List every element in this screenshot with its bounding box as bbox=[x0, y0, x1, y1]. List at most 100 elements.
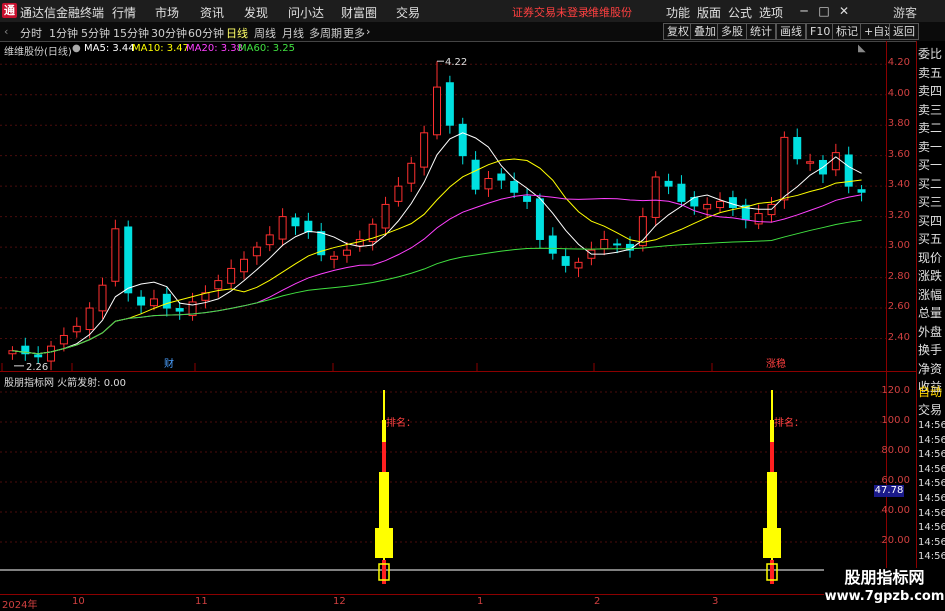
candle-body bbox=[381, 203, 390, 229]
candle-body bbox=[420, 132, 429, 168]
indicator-chart[interactable]: 排名： 排名： bbox=[0, 372, 886, 594]
candle-body bbox=[149, 298, 158, 307]
tick-time: 14:56 bbox=[918, 551, 945, 563]
menu-caifuquan[interactable]: 财富圈 bbox=[341, 4, 377, 21]
candle-body bbox=[484, 178, 493, 190]
chevron-right-icon[interactable]: › bbox=[366, 25, 370, 38]
candle-body bbox=[175, 308, 184, 312]
watermark: 股朋指标网 www.7gpzb.com bbox=[824, 568, 945, 609]
candle-body bbox=[613, 243, 622, 246]
candle-body bbox=[124, 226, 133, 294]
f10-button[interactable]: F10 bbox=[806, 23, 835, 40]
price-tick-label: 2.80 bbox=[887, 270, 910, 282]
menu-zixun[interactable]: 资讯 bbox=[200, 4, 224, 21]
tick-time: 14:56 bbox=[918, 434, 945, 446]
candle-body bbox=[458, 123, 467, 157]
candle-body bbox=[497, 173, 506, 181]
price-tick-label: 2.40 bbox=[887, 331, 910, 343]
price-tick-label: 3.00 bbox=[887, 240, 910, 252]
tick-time: 14:56 bbox=[918, 463, 945, 475]
quote-row-label: 买二 bbox=[918, 176, 943, 191]
candle-body bbox=[330, 255, 339, 260]
quote-row-label: 卖五 bbox=[918, 65, 943, 80]
period-60min[interactable]: 60分钟 bbox=[188, 25, 224, 41]
overlay-button[interactable]: 叠加 bbox=[690, 23, 720, 40]
period-15min[interactable]: 15分钟 bbox=[113, 25, 149, 41]
menu-banmian[interactable]: 版面 bbox=[697, 4, 721, 21]
candle-body bbox=[111, 228, 120, 282]
mark-button[interactable]: 标记 bbox=[832, 23, 862, 40]
trade-tab[interactable]: 交易 bbox=[918, 401, 945, 419]
guest-label[interactable]: 游客 bbox=[893, 4, 917, 21]
tick-time: 14:56 bbox=[918, 420, 945, 431]
rocket-body bbox=[379, 472, 389, 530]
kline-chart[interactable]: 4.22 2.26 财 涨稳 bbox=[0, 41, 886, 371]
indicator-axis: 120.0 100.0 80.00 60.00 40.00 20.00 bbox=[874, 372, 914, 594]
quote-row-label: 现价 bbox=[918, 250, 943, 265]
stats-button[interactable]: 统计 bbox=[746, 23, 776, 40]
menu-shichang[interactable]: 市场 bbox=[155, 4, 179, 21]
rocket-0: 排名： bbox=[375, 390, 416, 584]
indicator-tick-label: 100.0 bbox=[881, 415, 910, 426]
multi-stock-button[interactable]: 多股 bbox=[717, 23, 747, 40]
period-more[interactable]: 更多 bbox=[343, 25, 365, 41]
price-tick-label: 3.20 bbox=[887, 209, 910, 221]
period-30min[interactable]: 30分钟 bbox=[151, 25, 187, 41]
ma20-line bbox=[12, 194, 862, 355]
period-1min[interactable]: 1分钟 bbox=[49, 25, 78, 41]
period-daily[interactable]: 日线 bbox=[226, 25, 248, 41]
rocket-fin bbox=[763, 528, 781, 558]
quote-row-label: 涨跌 bbox=[918, 269, 943, 283]
candle-body bbox=[407, 162, 416, 184]
menu-gongshi[interactable]: 公式 bbox=[728, 4, 752, 21]
candle-body bbox=[561, 256, 570, 266]
minimize-icon[interactable]: ─ bbox=[794, 2, 814, 20]
rocket-core bbox=[382, 442, 386, 472]
tick-time: 14:56 bbox=[918, 449, 945, 461]
candle-body bbox=[651, 176, 660, 218]
period-fenshi[interactable]: 分时 bbox=[20, 25, 42, 41]
close-icon[interactable]: ✕ bbox=[834, 2, 854, 20]
candle-body bbox=[471, 159, 480, 190]
menu-faxian[interactable]: 发现 bbox=[244, 4, 268, 21]
candle-body bbox=[214, 280, 223, 290]
rocket-1: 排名： bbox=[763, 390, 804, 584]
tick-list: 自动 交易 14:56 14:56 14:56 14:56 14:56 14:56 14:56 1… bbox=[918, 383, 945, 565]
login-notice[interactable]: 证券交易未登录 bbox=[512, 4, 589, 20]
candle-body bbox=[445, 82, 454, 126]
time-tick-label: 3 bbox=[712, 596, 719, 607]
fuquan-button[interactable]: 复权 bbox=[663, 23, 693, 40]
period-monthly[interactable]: 月线 bbox=[282, 25, 304, 41]
candle-body bbox=[677, 183, 686, 202]
price-tick-label: 3.60 bbox=[887, 148, 910, 160]
candle-body bbox=[85, 307, 94, 331]
toolbar-handle-icon: ‹ bbox=[4, 25, 9, 38]
menu-hangqing[interactable]: 行情 bbox=[112, 4, 136, 21]
candle-body bbox=[59, 334, 68, 345]
rocket-label: 排名： bbox=[386, 416, 416, 429]
ma60-line bbox=[12, 219, 862, 355]
menu-gongneng[interactable]: 功能 bbox=[666, 4, 690, 21]
period-multi[interactable]: 多周期 bbox=[309, 25, 342, 41]
candle-body bbox=[754, 213, 763, 225]
candle-body bbox=[433, 86, 441, 136]
maximize-icon[interactable]: □ bbox=[814, 2, 834, 20]
indicator-tick-label: 20.00 bbox=[881, 535, 910, 546]
period-weekly[interactable]: 周线 bbox=[254, 25, 276, 41]
watermark-line2: www.7gpzb.com bbox=[824, 589, 945, 604]
price-tick-label: 4.00 bbox=[887, 87, 910, 99]
period-5min[interactable]: 5分钟 bbox=[81, 25, 110, 41]
price-axis: 4.20 4.00 3.80 3.60 3.40 3.20 3.00 2.80 2.60 2.40 bbox=[874, 41, 914, 371]
back-button[interactable]: 返回 bbox=[889, 23, 919, 40]
draw-line-button[interactable]: 画线 bbox=[776, 23, 806, 40]
quote-row-label: 买一 bbox=[918, 158, 943, 172]
candle-body bbox=[574, 261, 583, 269]
menu-xuanxiang[interactable]: 选项 bbox=[759, 4, 783, 21]
low-price-label: 2.26 bbox=[26, 362, 48, 371]
menu-wenxiaoda[interactable]: 问小达 bbox=[288, 4, 324, 21]
candle-body bbox=[227, 267, 236, 284]
menu-jiaoyi[interactable]: 交易 bbox=[396, 4, 420, 21]
candle-body bbox=[240, 258, 249, 273]
trade-tab[interactable]: 自动 bbox=[918, 383, 945, 401]
time-axis-labels: 2024年 10 11 12 1 2 3 bbox=[0, 596, 886, 611]
